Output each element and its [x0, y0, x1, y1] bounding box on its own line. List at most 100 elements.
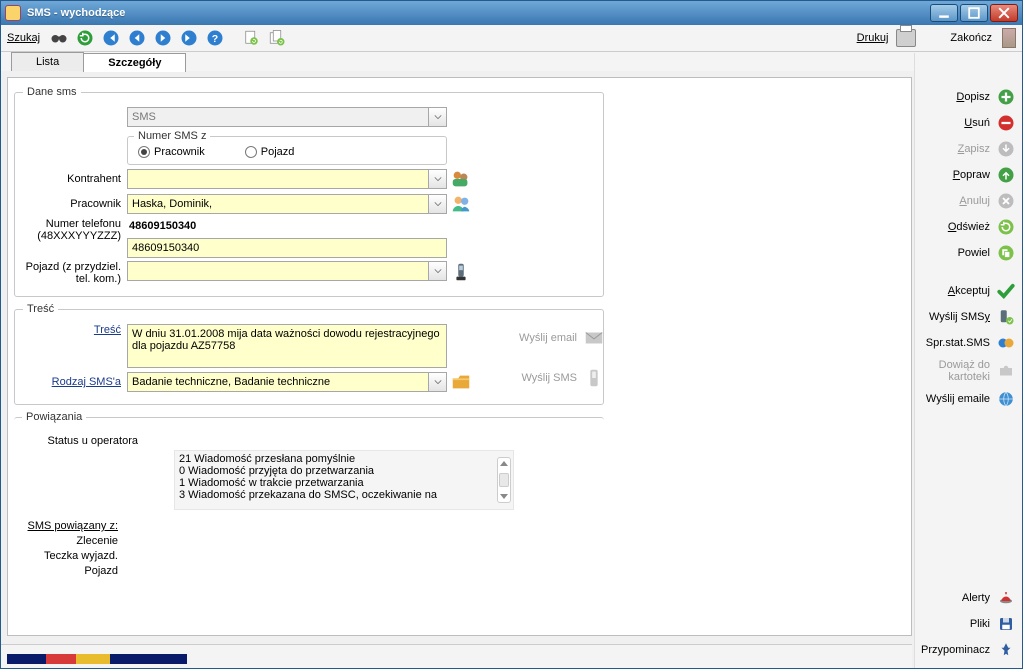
- help-icon[interactable]: ?: [204, 27, 226, 49]
- anuluj-button[interactable]: Anuluj: [919, 189, 1018, 213]
- list-item: 1 Wiadomość w trakcie przetwarzania: [179, 477, 509, 489]
- linked-zlecenie: Zlecenie: [14, 535, 124, 547]
- dowiaz-button[interactable]: Dowiąż dokartoteki: [919, 357, 1018, 385]
- telefon-input[interactable]: 48609150340: [127, 238, 447, 258]
- list-item: 21 Wiadomość przesłana pomyślnie: [179, 453, 509, 465]
- group-dane-label: Dane sms: [23, 86, 81, 98]
- refresh-circle-icon[interactable]: [74, 27, 96, 49]
- plus-circle-icon: [996, 87, 1016, 107]
- x-circle-icon: [996, 191, 1016, 211]
- chevron-down-icon[interactable]: [428, 108, 446, 126]
- exit-label[interactable]: Zakończ: [950, 32, 992, 44]
- radio-dot-icon: [245, 146, 257, 158]
- users-icon[interactable]: [447, 193, 475, 215]
- send-sms-button[interactable]: Wyślij SMS: [475, 367, 605, 389]
- print-label[interactable]: Drukuj: [857, 32, 889, 44]
- down-circle-icon: [996, 139, 1016, 159]
- tab-lista[interactable]: Lista: [11, 52, 84, 71]
- scrollbar[interactable]: [497, 457, 511, 503]
- kontrahent-label: Kontrahent: [23, 173, 127, 185]
- mobile-icon: [583, 367, 605, 389]
- przypominacz-button[interactable]: Przypominacz: [919, 638, 1018, 662]
- exit-icon[interactable]: [1002, 28, 1016, 48]
- list-item: 3 Wiadomość przekazana do SMSC, oczekiwa…: [179, 489, 509, 501]
- link-folder-icon: [996, 361, 1016, 381]
- details-panel: Dane sms SMS Numer SMS z Pracownik: [7, 77, 912, 636]
- group-powiazania-label: Powiązania: [22, 411, 86, 423]
- status-bar: [1, 644, 912, 668]
- refresh-circle-icon: [996, 217, 1016, 237]
- nav-first-icon[interactable]: [100, 27, 122, 49]
- group-tresc-label: Treść: [23, 303, 58, 315]
- powiel-button[interactable]: Powiel: [919, 241, 1018, 265]
- scroll-up-icon[interactable]: [500, 461, 508, 466]
- toolbar: Szukaj ? Drukuj Zakończ: [1, 25, 1022, 52]
- tab-szczegoly[interactable]: Szczegóły: [83, 53, 186, 72]
- linked-pojazd: Pojazd: [14, 565, 124, 577]
- svg-text:?: ?: [212, 33, 218, 45]
- pracownik-input[interactable]: Haska, Dominik,: [127, 194, 447, 214]
- sms-type-select[interactable]: SMS: [127, 107, 447, 127]
- chevron-down-icon[interactable]: [428, 262, 446, 280]
- folder-icon[interactable]: [447, 371, 475, 393]
- list-item: 0 Wiadomość przyjęta do przetwarzania: [179, 465, 509, 477]
- popraw-button[interactable]: Popraw: [919, 163, 1018, 187]
- linked-teczka: Teczka wyjazd.: [14, 550, 124, 562]
- printer-icon[interactable]: [896, 29, 916, 47]
- dopisz-button[interactable]: Dopisz: [919, 85, 1018, 109]
- odswiez-button[interactable]: Odśwież: [919, 215, 1018, 239]
- scroll-down-icon[interactable]: [500, 494, 508, 499]
- group-numer-label: Numer SMS z: [134, 130, 210, 142]
- radio-pojazd[interactable]: Pojazd: [245, 146, 295, 158]
- status-list[interactable]: 21 Wiadomość przesłana pomyślnie 0 Wiado…: [174, 450, 514, 510]
- check-icon: [996, 281, 1016, 301]
- status-label: Status u operatora: [14, 435, 144, 447]
- alerty-button[interactable]: Alerty: [919, 586, 1018, 610]
- rodzaj-label[interactable]: Rodzaj SMS'a: [23, 376, 127, 388]
- titlebar: SMS - wychodzące: [1, 1, 1022, 25]
- chevron-down-icon[interactable]: [428, 195, 446, 213]
- pliki-button[interactable]: Pliki: [919, 612, 1018, 636]
- sms-send-icon: [996, 307, 1016, 327]
- minimize-button[interactable]: [930, 4, 958, 22]
- pojazd-label: Pojazd (z przydziel.tel. kom.): [23, 261, 127, 285]
- chevron-down-icon[interactable]: [428, 170, 446, 188]
- binoculars-icon[interactable]: [48, 27, 70, 49]
- pojazd-input[interactable]: [127, 261, 447, 281]
- tresc-label[interactable]: Treść: [23, 324, 127, 336]
- nav-last-icon[interactable]: [178, 27, 200, 49]
- group-numer-sms: Numer SMS z Pracownik Pojazd: [127, 130, 447, 165]
- nav-next-icon[interactable]: [152, 27, 174, 49]
- send-email-button[interactable]: Wyślij email: [475, 327, 605, 349]
- nav-prev-icon[interactable]: [126, 27, 148, 49]
- kontrahent-input[interactable]: [127, 169, 447, 189]
- maximize-button[interactable]: [960, 4, 988, 22]
- chevron-down-icon[interactable]: [428, 373, 446, 391]
- group-tresc: Treść Treść W dniu 31.01.2008 mija data …: [14, 303, 604, 405]
- doc-refresh-icon[interactable]: [240, 27, 262, 49]
- rodzaj-input[interactable]: Badanie techniczne, Badanie techniczne: [127, 372, 447, 392]
- status-mix-icon: [996, 333, 1016, 353]
- tabs: Lista Szczegóły: [1, 52, 1022, 71]
- search-label[interactable]: Szukaj: [7, 32, 40, 44]
- docs-refresh-icon[interactable]: [266, 27, 288, 49]
- pracownik-label: Pracownik: [23, 198, 127, 210]
- wyslij-emaile-button[interactable]: Wyślij emaile: [919, 387, 1018, 411]
- scroll-thumb[interactable]: [499, 473, 509, 487]
- pin-icon: [996, 640, 1016, 660]
- zapisz-button[interactable]: Zapisz: [919, 137, 1018, 161]
- phone-icon[interactable]: [447, 261, 475, 283]
- minus-circle-icon: [996, 113, 1016, 133]
- sms-type-value: SMS: [128, 110, 428, 124]
- usun-button[interactable]: Usuń: [919, 111, 1018, 135]
- akceptuj-button[interactable]: Akceptuj: [919, 279, 1018, 303]
- wyslij-smsy-button[interactable]: Wyślij SMSy: [919, 305, 1018, 329]
- close-button[interactable]: [990, 4, 1018, 22]
- tresc-textarea[interactable]: W dniu 31.01.2008 mija data ważności dow…: [127, 324, 447, 368]
- group-powiazania: Powiązania: [14, 411, 604, 429]
- radio-pracownik[interactable]: Pracownik: [138, 146, 205, 158]
- spr-stat-button[interactable]: Spr.stat.SMS: [919, 331, 1018, 355]
- globe-mail-icon: [996, 389, 1016, 409]
- people-icon[interactable]: [447, 168, 475, 190]
- linked-header: SMS powiązany z:: [14, 520, 124, 532]
